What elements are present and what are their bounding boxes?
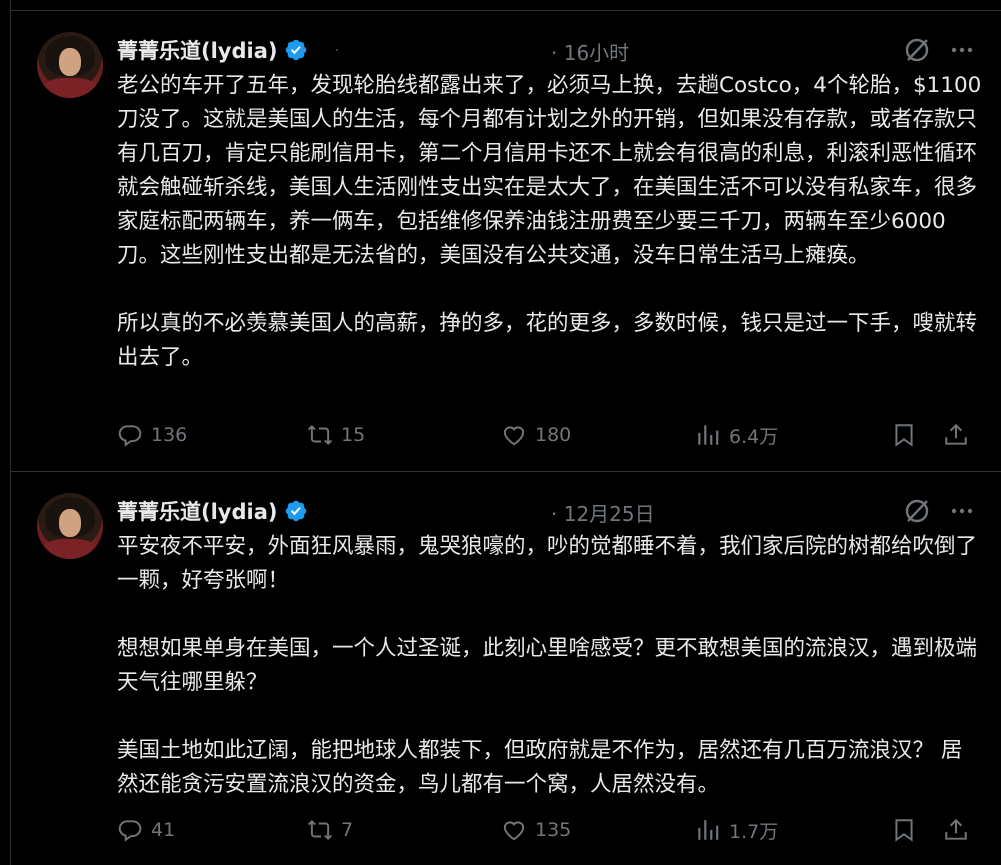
handle-redacted: · [334, 43, 341, 57]
like-button[interactable]: 135 [501, 815, 571, 845]
reply-count: 136 [151, 424, 188, 446]
repost-count: 15 [341, 424, 366, 446]
tweet-time[interactable]: · 12月25日 [551, 498, 655, 527]
tweet-1[interactable]: 菁菁乐道(lydia) · · 16小时 老公的车开了五年，发现轮胎线都露出来了… [11, 11, 1001, 471]
verified-badge-icon [286, 500, 307, 522]
reply-count: 41 [151, 819, 176, 841]
tweet-text: 平安夜不平安，外面狂风暴雨，鬼哭狼嚎的，吵的觉都睡不着，我们家后院的树都给吹倒了… [117, 534, 978, 797]
tweet-text: 老公的车开了五年，发现轮胎线都露出来了，必须马上换，去趟Costco，4个轮胎，… [117, 73, 982, 370]
views-count: 6.4万 [729, 425, 779, 448]
tweet-2[interactable]: 菁菁乐道(lydia) · 12月25日 平安夜不平安，外面狂风暴雨，鬼哭狼嚎的… [11, 472, 1001, 865]
more-options-icon[interactable] [949, 498, 975, 524]
heart-icon [503, 426, 525, 446]
verified-badge-icon [286, 39, 307, 61]
repost-icon [307, 424, 333, 446]
bookmark-icon [895, 424, 913, 447]
author-name[interactable]: 菁菁乐道(lydia) [117, 35, 277, 65]
bookmark-icon [895, 819, 913, 842]
views-icon [698, 425, 719, 445]
reply-button[interactable]: 41 [117, 815, 175, 845]
share-button[interactable] [943, 420, 969, 450]
share-button[interactable] [943, 815, 969, 845]
more-options-icon[interactable] [949, 37, 975, 63]
repost-button[interactable]: 15 [307, 420, 365, 450]
reply-icon [118, 820, 142, 842]
share-icon [945, 818, 967, 840]
bookmark-button[interactable] [891, 815, 917, 845]
tweet-header: 菁菁乐道(lydia) · · 16小时 [117, 35, 977, 65]
views-button[interactable]: 1.7万 [695, 815, 778, 845]
like-count: 135 [535, 819, 572, 841]
like-button[interactable]: 180 [501, 420, 571, 450]
grok-icon[interactable] [902, 35, 932, 65]
avatar[interactable] [37, 32, 103, 98]
bookmark-button[interactable] [891, 420, 917, 450]
author-name[interactable]: 菁菁乐道(lydia) [117, 496, 277, 526]
tweet-actions: 136 15 180 6.4万 [117, 420, 977, 450]
timeline-feed: 菁菁乐道(lydia) · · 16小时 老公的车开了五年，发现轮胎线都露出来了… [10, 0, 1001, 865]
reply-icon [118, 425, 142, 447]
repost-icon [307, 819, 333, 841]
views-button[interactable]: 6.4万 [695, 420, 778, 450]
heart-icon [503, 821, 525, 841]
share-icon [945, 423, 967, 445]
like-count: 180 [535, 424, 572, 446]
repost-count: 7 [341, 819, 354, 841]
repost-button[interactable]: 7 [307, 815, 353, 845]
views-icon [698, 820, 719, 840]
reply-button[interactable]: 136 [117, 420, 187, 450]
tweet-header: 菁菁乐道(lydia) · 12月25日 [117, 496, 977, 526]
tweet-time[interactable]: · 16小时 [551, 37, 629, 66]
views-count: 1.7万 [729, 820, 779, 843]
tweet-actions: 41 7 135 1.7万 [117, 815, 977, 845]
grok-icon[interactable] [902, 496, 932, 526]
avatar[interactable] [37, 493, 103, 559]
